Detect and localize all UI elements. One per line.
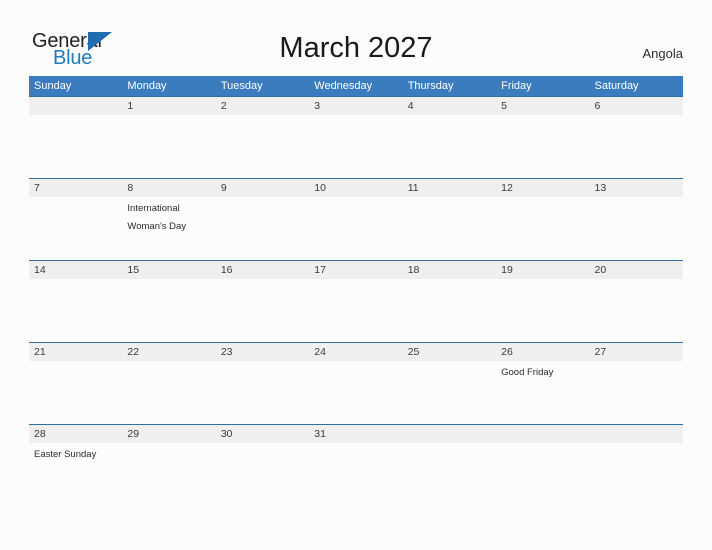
day-cell[interactable]: 28 Easter Sunday [29,425,122,483]
day-number: 29 [127,428,140,440]
weekday-header-thursday: Thursday [407,80,454,92]
week-cells: 28 Easter Sunday 29 30 31 [29,425,683,483]
day-cell[interactable]: 29 [122,425,215,483]
day-cell[interactable]: 30 [216,425,309,483]
day-number: 2 [220,100,227,112]
day-number: 22 [127,346,140,358]
day-number: 16 [220,264,233,276]
day-number: 25 [407,346,420,358]
day-cell[interactable] [29,97,122,178]
page-title: March 2027 [279,32,433,64]
day-cell[interactable]: 5 [496,97,589,178]
day-number [595,425,683,443]
day-cell[interactable]: 12 [496,179,589,260]
day-cell[interactable]: 16 [216,261,309,342]
day-cell[interactable]: 26 Good Friday [496,343,589,424]
week-cells: 1 2 3 4 5 6 [29,97,683,178]
day-cell[interactable]: 1 [122,97,215,178]
day-cell[interactable]: 17 [309,261,402,342]
day-cell[interactable]: 21 [29,343,122,424]
country-label: Angola [642,46,683,61]
day-number: 4 [407,100,414,112]
day-cell[interactable]: 15 [122,261,215,342]
day-number: 14 [34,264,46,276]
day-cell[interactable] [590,425,683,483]
day-cell[interactable]: 3 [309,97,402,178]
day-cell[interactable]: 22 [122,343,215,424]
day-number: 11 [407,182,419,194]
calendar-week-row: 28 Easter Sunday 29 30 31 [29,424,683,483]
weekday-header-wednesday: Wednesday [314,80,373,92]
day-cell[interactable]: 8 International Woman's Day [122,179,215,260]
day-cell[interactable]: 10 [309,179,402,260]
day-number: 20 [594,264,607,276]
week-cells: 14 15 16 17 18 19 20 [29,261,683,342]
day-cell[interactable] [496,425,589,483]
day-number: 28 [34,428,46,440]
day-cell[interactable]: 4 [403,97,496,178]
day-number: 1 [127,100,134,112]
day-number: 31 [314,428,326,440]
day-number: 8 [127,182,134,194]
day-cell[interactable]: 7 [29,179,122,260]
day-cell[interactable]: 18 [403,261,496,342]
day-cell[interactable]: 25 [403,343,496,424]
day-number: 12 [501,182,513,194]
day-cell[interactable]: 2 [216,97,309,178]
calendar-week-row: 1 2 3 4 5 6 [29,96,683,178]
day-number [34,97,122,115]
day-number: 15 [127,264,140,276]
day-cell[interactable]: 14 [29,261,122,342]
day-number: 26 [501,346,513,358]
event-label: Good Friday [501,367,554,378]
day-number: 18 [407,264,420,276]
day-cell[interactable]: 13 [590,179,683,260]
page-header: General Blue March 2027 Angola [0,0,712,76]
day-number: 27 [594,346,607,358]
day-cell[interactable]: 23 [216,343,309,424]
day-number: 19 [501,264,513,276]
day-number: 7 [34,182,40,194]
weekday-header-row: Sunday Monday Tuesday Wednesday Thursday… [29,76,683,96]
day-number: 3 [314,100,321,112]
day-number: 17 [314,264,326,276]
day-cell[interactable]: 9 [216,179,309,260]
day-cell[interactable]: 20 [590,261,683,342]
day-events: Good Friday [501,362,589,380]
day-number: 23 [220,346,233,358]
day-number: 30 [220,428,233,440]
weekday-header-tuesday: Tuesday [220,80,263,92]
day-number: 6 [594,100,601,112]
event-label: Easter Sunday [34,449,97,460]
weekday-header-saturday: Saturday [594,80,639,92]
week-cells: 7 8 International Woman's Day 9 10 11 12… [29,179,683,260]
day-number: 9 [220,182,227,194]
calendar-week-row: 14 15 16 17 18 19 20 [29,260,683,342]
day-cell[interactable]: 11 [403,179,496,260]
day-number: 21 [34,346,46,358]
day-cell[interactable] [403,425,496,483]
calendar-page: General Blue March 2027 Angola Sunday Mo… [0,0,712,550]
weekday-header-monday: Monday [127,80,167,92]
calendar-week-row: 7 8 International Woman's Day 9 10 11 12… [29,178,683,260]
day-number: 13 [594,182,607,194]
event-label: International Woman's Day [127,203,187,232]
calendar-grid: Sunday Monday Tuesday Wednesday Thursday… [29,76,683,483]
day-number [408,425,496,443]
calendar-week-row: 21 22 23 24 25 26 Good Friday 27 [29,342,683,424]
weekday-header-sunday: Sunday [34,80,72,92]
day-number [501,425,589,443]
day-cell[interactable]: 6 [590,97,683,178]
day-number: 5 [501,100,507,112]
day-number: 10 [314,182,326,194]
day-events: International Woman's Day [127,198,215,234]
day-cell[interactable]: 27 [590,343,683,424]
day-cell[interactable]: 19 [496,261,589,342]
day-cell[interactable]: 31 [309,425,402,483]
weekday-header-friday: Friday [501,80,532,92]
day-events: Easter Sunday [34,444,122,462]
day-number: 24 [314,346,326,358]
day-cell[interactable]: 24 [309,343,402,424]
week-cells: 21 22 23 24 25 26 Good Friday 27 [29,343,683,424]
